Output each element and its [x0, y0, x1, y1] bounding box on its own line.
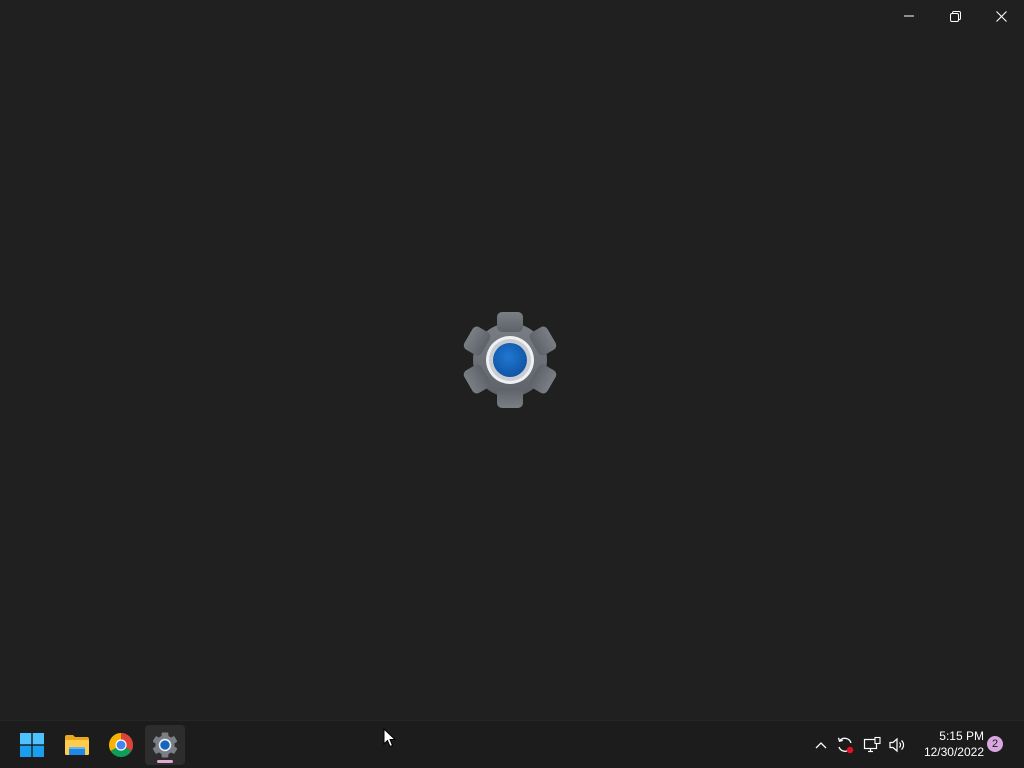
restore-button[interactable] — [932, 0, 978, 32]
minimize-icon — [904, 15, 914, 17]
clock-date: 12/30/2022 — [923, 745, 984, 759]
volume-button[interactable] — [886, 733, 908, 757]
start-button[interactable] — [12, 725, 52, 765]
sync-status-button[interactable] — [834, 733, 856, 757]
settings-gear-icon — [463, 312, 557, 408]
settings-gear-icon — [152, 732, 178, 758]
notification-badge[interactable]: 2 — [987, 736, 1003, 752]
chrome-icon — [109, 733, 133, 757]
window-caption-buttons — [886, 0, 1024, 32]
settings-window: 5:15 PM 12/30/2022 2 — [0, 0, 1024, 768]
mouse-cursor-icon — [383, 727, 397, 752]
clock-time: 5:15 PM — [939, 729, 984, 743]
taskbar-clock[interactable]: 5:15 PM 12/30/2022 — [912, 728, 984, 760]
splash-settings-logo — [460, 312, 560, 408]
taskbar-chrome[interactable] — [101, 725, 141, 765]
network-icon — [863, 736, 881, 753]
taskbar: 5:15 PM 12/30/2022 — [0, 720, 1024, 768]
close-icon — [995, 10, 1007, 22]
volume-icon — [889, 737, 905, 753]
chevron-up-icon — [815, 742, 827, 749]
file-explorer-icon — [65, 735, 89, 755]
restore-icon — [949, 10, 961, 22]
show-hidden-icons-button[interactable] — [810, 733, 832, 757]
network-button[interactable] — [861, 733, 883, 757]
close-button[interactable] — [978, 0, 1024, 32]
active-app-indicator — [157, 760, 173, 763]
taskbar-file-explorer[interactable] — [57, 725, 97, 765]
windows-start-icon — [20, 733, 44, 757]
taskbar-settings[interactable] — [145, 725, 185, 765]
sync-icon — [837, 737, 854, 754]
minimize-button[interactable] — [886, 0, 932, 32]
